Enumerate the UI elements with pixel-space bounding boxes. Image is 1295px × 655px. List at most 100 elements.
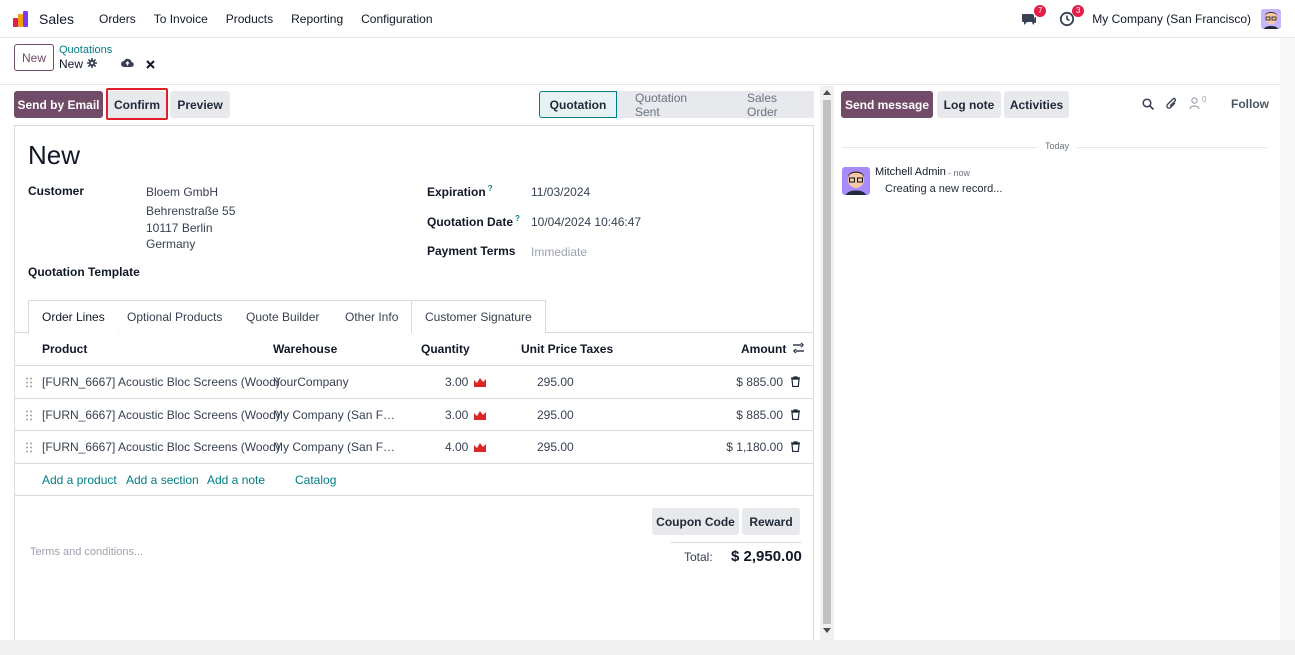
row-unit-price[interactable]: 295.00 [537, 431, 574, 463]
menu-reporting[interactable]: Reporting [282, 12, 352, 26]
tab-optional-products[interactable]: Optional Products [114, 300, 237, 333]
menu-products[interactable]: Products [217, 12, 282, 26]
new-button[interactable]: New [14, 44, 54, 71]
col-warehouse[interactable]: Warehouse [273, 333, 337, 365]
coupon-code-button[interactable]: Coupon Code [652, 508, 739, 535]
row-quantity[interactable]: 3.00 [445, 366, 468, 398]
expiration-field[interactable]: 11/03/2024 [531, 185, 590, 199]
col-quantity[interactable]: Quantity [421, 333, 470, 365]
messages-icon[interactable]: 7 [1021, 4, 1047, 27]
table-row[interactable]: [FURN_6667] Acoustic Bloc Screens (Wood)… [15, 366, 813, 399]
customer-name[interactable]: Bloem GmbH [146, 185, 218, 199]
help-tooltip-icon[interactable]: ? [488, 184, 493, 193]
col-product[interactable]: Product [42, 333, 87, 365]
col-amount[interactable]: Amount [741, 333, 786, 365]
row-product[interactable]: [FURN_6667] Acoustic Bloc Screens (Wood) [42, 431, 280, 463]
row-warehouse[interactable]: My Company (San F… [273, 399, 395, 431]
horizontal-scrollbar[interactable] [0, 640, 1295, 655]
row-amount: $ 1,180.00 [726, 440, 783, 454]
scroll-thumb[interactable] [823, 100, 831, 624]
menu-to-invoice[interactable]: To Invoice [145, 12, 217, 26]
discard-close-icon[interactable] [146, 58, 155, 72]
row-warehouse[interactable]: YourCompany [273, 366, 349, 398]
quotation-date-field[interactable]: 10/04/2024 10:46:47 [531, 215, 641, 229]
systray: 7 3 My Company (San Francisco) [1010, 4, 1295, 29]
tab-quote-builder[interactable]: Quote Builder [233, 300, 334, 333]
stage-sales-order[interactable]: Sales Order [723, 91, 814, 119]
payment-terms-label: Payment Terms [427, 244, 516, 258]
log-note-button[interactable]: Log note [937, 91, 1001, 118]
expiration-label-text: Expiration [427, 185, 486, 199]
table-row[interactable]: [FURN_6667] Acoustic Bloc Screens (Wood)… [15, 431, 813, 464]
add-section-link[interactable]: Add a section [126, 464, 199, 496]
tab-order-lines[interactable]: Order Lines [28, 300, 119, 334]
page-scrollbar[interactable] [1280, 38, 1295, 640]
add-product-link[interactable]: Add a product [42, 464, 117, 496]
customer-label: Customer [28, 184, 85, 198]
menu-configuration[interactable]: Configuration [352, 12, 441, 26]
save-cloud-icon[interactable] [121, 57, 134, 71]
breadcrumb-quotations[interactable]: Quotations [59, 44, 112, 56]
drag-handle-icon[interactable] [25, 442, 33, 453]
row-quantity[interactable]: 3.00 [445, 399, 468, 431]
company-switcher[interactable]: My Company (San Francisco) [1092, 12, 1251, 26]
drag-handle-icon[interactable] [25, 410, 33, 421]
row-product[interactable]: [FURN_6667] Acoustic Bloc Screens (Wood) [42, 399, 280, 431]
status-bar: Quotation Quotation Sent Sales Order [539, 91, 814, 119]
gear-icon[interactable] [87, 57, 98, 71]
payment-terms-field[interactable]: Immediate [531, 245, 587, 259]
table-row[interactable]: [FURN_6667] Acoustic Bloc Screens (Wood)… [15, 399, 813, 431]
breadcrumb-current-label: New [59, 57, 84, 71]
activities-clock-icon[interactable]: 3 [1059, 4, 1085, 27]
row-unit-price[interactable]: 295.00 [537, 399, 574, 431]
tab-other-info[interactable]: Other Info [332, 300, 413, 333]
row-quantity[interactable]: 4.00 [445, 431, 468, 463]
message-avatar[interactable] [842, 167, 870, 195]
stage-arrow [723, 91, 732, 117]
row-amount: $ 885.00 [736, 375, 783, 389]
scroll-down-icon [823, 628, 831, 633]
optional-columns-icon[interactable] [792, 342, 805, 357]
follow-button[interactable]: Follow [1231, 97, 1269, 111]
forecast-chart-icon[interactable] [474, 376, 487, 390]
sales-app-icon[interactable] [13, 10, 31, 27]
search-icon[interactable] [1142, 98, 1155, 113]
col-taxes[interactable]: Taxes [580, 333, 613, 365]
row-warehouse[interactable]: My Company (San F… [273, 431, 395, 463]
date-separator-label: Today [1037, 141, 1078, 151]
drag-handle-icon[interactable] [25, 377, 33, 388]
followers-icon[interactable] [1189, 97, 1200, 112]
row-product[interactable]: [FURN_6667] Acoustic Bloc Screens (Wood) [42, 366, 280, 398]
preview-button[interactable]: Preview [170, 91, 230, 118]
user-avatar[interactable] [1261, 8, 1281, 29]
tab-customer-signature[interactable]: Customer Signature [412, 300, 546, 333]
activities-badge: 3 [1072, 4, 1085, 17]
forecast-chart-icon[interactable] [474, 441, 487, 455]
message-body: Creating a new record... [885, 183, 1003, 195]
menu-orders[interactable]: Orders [90, 12, 145, 26]
reward-button[interactable]: Reward [742, 508, 800, 535]
activities-button[interactable]: Activities [1004, 91, 1069, 118]
record-title[interactable]: New [28, 140, 80, 171]
row-unit-price[interactable]: 295.00 [537, 366, 574, 398]
messages-badge: 7 [1034, 4, 1047, 17]
help-tooltip-icon[interactable]: ? [515, 214, 520, 223]
app-name[interactable]: Sales [39, 11, 74, 27]
trash-icon[interactable] [791, 376, 800, 390]
terms-conditions-input[interactable]: Terms and conditions... [30, 546, 143, 558]
customer-city: 10117 Berlin [146, 221, 213, 235]
col-unit-price[interactable]: Unit Price [521, 333, 577, 365]
catalog-link[interactable]: Catalog [295, 464, 336, 496]
send-by-email-button[interactable]: Send by Email [14, 91, 103, 118]
stage-quotation[interactable]: Quotation [539, 91, 617, 118]
stage-quotation-sent[interactable]: Quotation Sent [617, 91, 732, 119]
message-author[interactable]: Mitchell Admin [875, 166, 946, 178]
trash-icon[interactable] [791, 441, 800, 455]
forecast-chart-icon[interactable] [474, 409, 487, 423]
trash-icon[interactable] [791, 408, 800, 423]
add-note-link[interactable]: Add a note [207, 464, 265, 496]
form-scrollbar[interactable] [820, 86, 834, 640]
scroll-up-icon [823, 90, 831, 95]
send-message-button[interactable]: Send message [841, 91, 933, 118]
paperclip-icon[interactable] [1166, 97, 1178, 114]
